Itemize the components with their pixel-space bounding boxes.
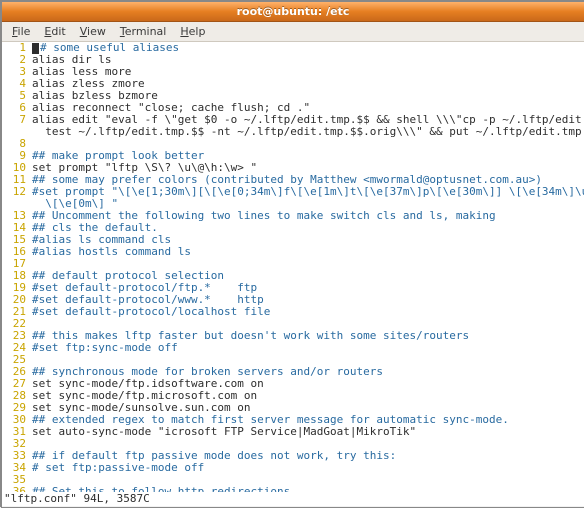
line-number: 1 (2, 42, 32, 54)
editor-line: 31set auto-sync-mode "icrosoft FTP Servi… (2, 426, 584, 438)
menu-terminal[interactable]: Terminal (114, 23, 173, 40)
line-number: 2 (2, 54, 32, 66)
line-text: #alias hostls command ls (32, 246, 191, 258)
line-number: 12 (2, 186, 32, 198)
line-number: 6 (2, 102, 32, 114)
editor-line: 34# set ftp:passive-mode off (2, 462, 584, 474)
menu-file[interactable]: File (6, 23, 36, 40)
window-title: root@ubuntu: /etc (237, 5, 350, 18)
menu-edit[interactable]: Edit (38, 23, 71, 40)
line-text: #set default-protocol/localhost file (32, 306, 270, 318)
window-titlebar: root@ubuntu: /etc (2, 2, 584, 22)
line-text: #set ftp:sync-mode off (32, 342, 178, 354)
menubar: File Edit View Terminal Help (2, 22, 584, 42)
line-number (2, 126, 32, 138)
line-text: test ~/.lftp/edit.tmp.$$ -nt ~/.lftp/edi… (32, 126, 584, 138)
line-number: 8 (2, 138, 32, 150)
editor-line: 16#alias hostls command ls (2, 246, 584, 258)
menu-help[interactable]: Help (174, 23, 211, 40)
status-text: "lftp.conf" 94L, 3587C (4, 492, 150, 505)
editor-line: 24#set ftp:sync-mode off (2, 342, 584, 354)
line-number: 4 (2, 78, 32, 90)
line-text: set auto-sync-mode "icrosoft FTP Service… (32, 426, 416, 438)
status-bar: "lftp.conf" 94L, 3587C (2, 492, 584, 506)
editor-line: 21#set default-protocol/localhost file (2, 306, 584, 318)
editor-line: test ~/.lftp/edit.tmp.$$ -nt ~/.lftp/edi… (2, 126, 584, 138)
line-number: 5 (2, 90, 32, 102)
line-number: 7 (2, 114, 32, 126)
editor-area[interactable]: 1# some useful aliases2alias dir ls3alia… (2, 42, 584, 492)
line-text: # set ftp:passive-mode off (32, 462, 204, 474)
line-number: 3 (2, 66, 32, 78)
menu-view[interactable]: View (74, 23, 112, 40)
